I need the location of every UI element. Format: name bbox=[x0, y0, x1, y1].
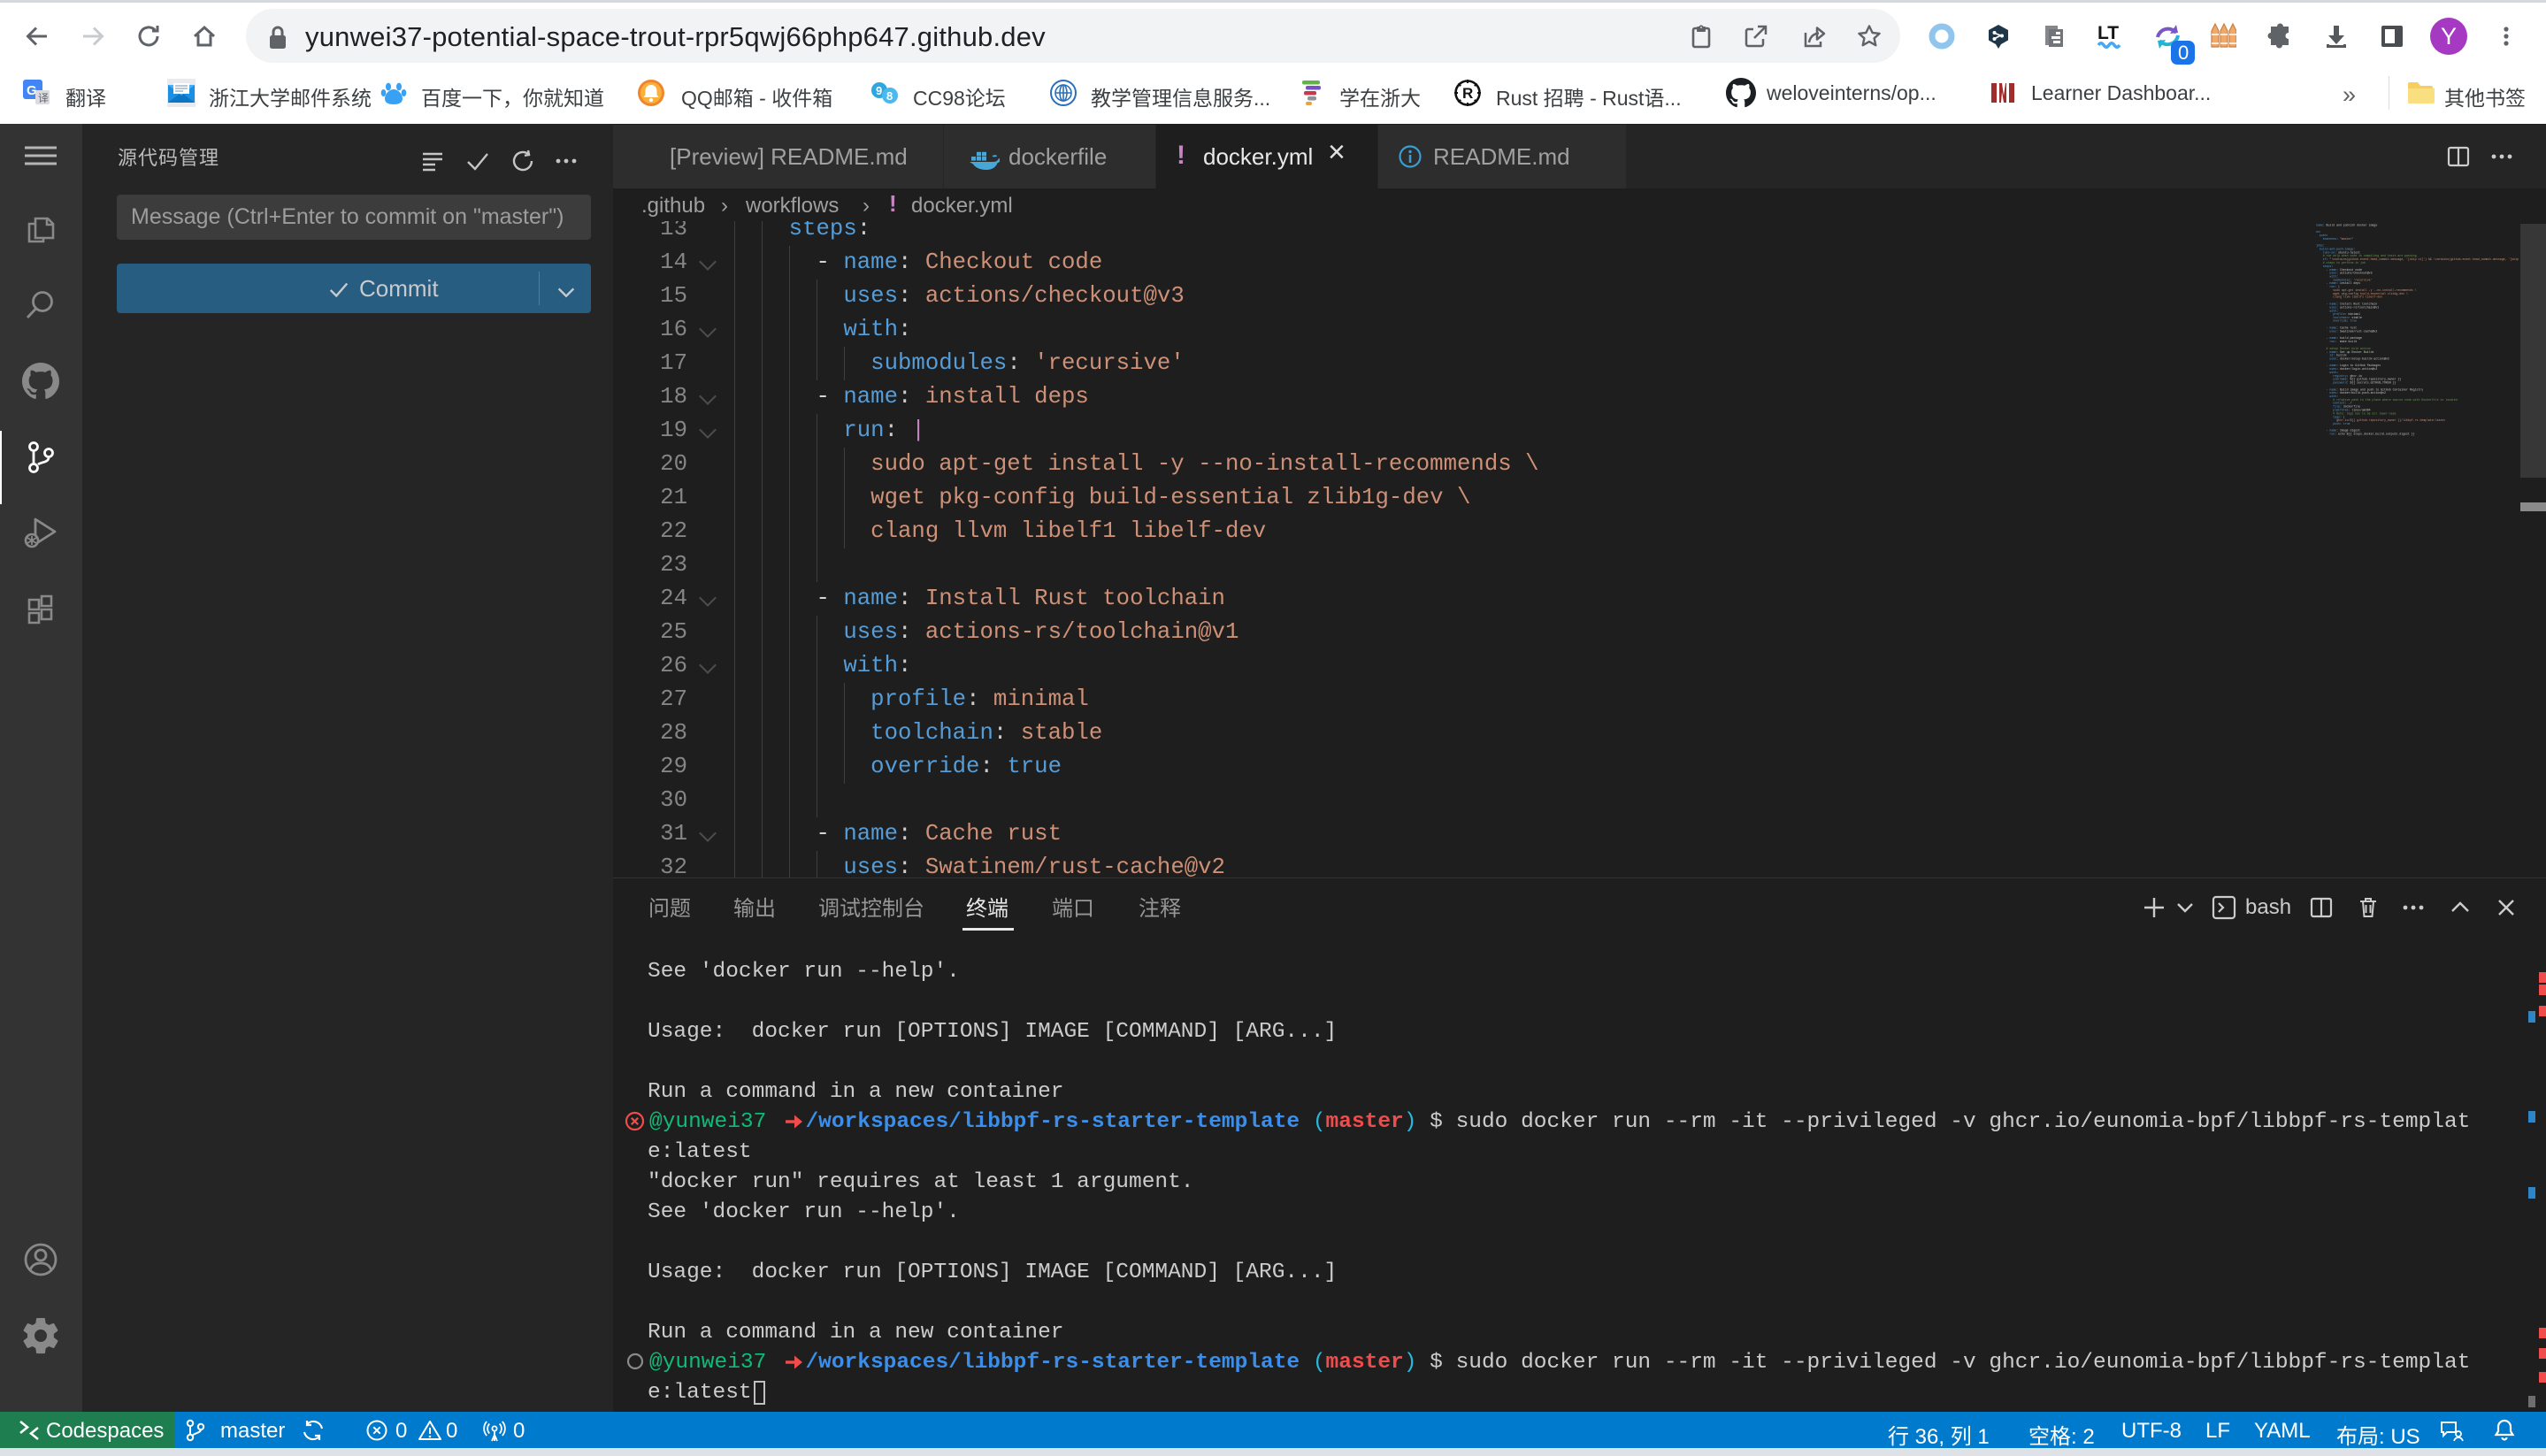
svg-text:9: 9 bbox=[876, 84, 882, 97]
svg-text:0: 0 bbox=[2178, 42, 2189, 64]
svg-text:G: G bbox=[27, 83, 37, 98]
svg-text:LT: LT bbox=[2097, 23, 2119, 43]
svg-text:8: 8 bbox=[886, 89, 893, 103]
svg-text:译: 译 bbox=[38, 92, 49, 104]
svg-text:R: R bbox=[1462, 85, 1473, 102]
